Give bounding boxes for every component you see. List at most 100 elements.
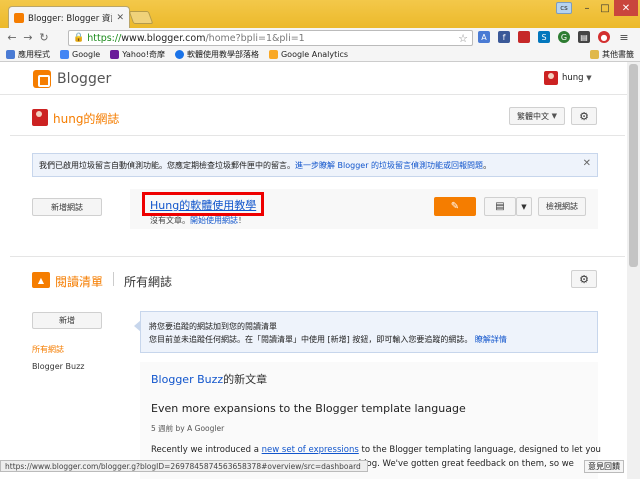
post-excerpt: Recently we introduced a new set of expr… (151, 445, 601, 455)
bookmark-star-icon[interactable]: ☆ (458, 32, 468, 45)
notice-link[interactable]: 進一步瞭解 Blogger 的垃圾留言偵測功能或回報問題 (295, 160, 483, 171)
browser-titlebar: Blogger: Blogger 資訊主 ✕ cs – □ ✕ (0, 0, 640, 28)
hint-line2: 您目前並未追蹤任何網誌。在「閱讀清單」中使用 [新增] 按鈕，即可輸入您要追蹤的… (149, 335, 473, 344)
start-blogging-link[interactable]: 開始使用網誌 (190, 216, 238, 225)
learn-more-link[interactable]: 瞭解詳情 (475, 335, 507, 344)
brand-name[interactable]: Blogger (57, 71, 111, 87)
divider (113, 272, 114, 286)
translate-icon[interactable]: A (478, 31, 490, 43)
bookmark-google[interactable]: Google (60, 49, 101, 59)
divider (10, 135, 625, 136)
view-blog-button[interactable]: 檢視網誌 (538, 197, 586, 216)
extension-icon[interactable]: S (538, 31, 550, 43)
bookmark-yahoo[interactable]: Yahoo!奇摩 (110, 49, 165, 60)
tab-close-icon[interactable]: ✕ (116, 13, 124, 23)
extension-icon[interactable]: ● (598, 31, 610, 43)
language-select[interactable]: 繁體中文 ▼ (509, 107, 565, 125)
chevron-down-icon: ▼ (586, 74, 592, 82)
notice-text: 我們已啟用垃圾留言自動偵測功能。您應定期檢查垃圾郵件匣中的留言。 (39, 160, 295, 170)
post-meta: 5 週前 by A Googler (151, 424, 225, 433)
reading-list-subtitle: 所有網誌 (124, 275, 173, 289)
new-blog-button[interactable]: 新增網誌 (32, 198, 102, 216)
menu-icon[interactable]: ≡ (618, 31, 630, 44)
bookmark-label: 軟體使用教學部落格 (186, 49, 259, 59)
feed-heading-suffix: 的新文章 (223, 373, 268, 386)
post-text: Recently we introduced a (151, 445, 262, 455)
url-host: www.blogger.com (121, 32, 206, 44)
bookmark-analytics[interactable]: Google Analytics (268, 49, 349, 59)
close-icon[interactable]: ✕ (583, 158, 591, 169)
posts-list-icon[interactable]: ▤ (484, 197, 516, 216)
add-button[interactable]: 新增 (32, 312, 102, 329)
extension-icon[interactable]: f (498, 31, 510, 43)
feed-heading: Blogger Buzz的新文章 (151, 371, 267, 387)
reading-list-title: 閱讀清單 (55, 275, 104, 289)
yahoo-icon (110, 49, 120, 59)
other-bookmarks[interactable]: 其他書籤 (590, 47, 634, 62)
bookmark-label: Google (72, 49, 101, 59)
bookmarks-bar: 應用程式 Google Yahoo!奇摩 軟體使用教學部落格 Google An… (0, 47, 640, 62)
extension-icon[interactable]: ▤ (578, 31, 590, 43)
chevron-down-icon: ▼ (551, 112, 557, 120)
nav-blogger-buzz[interactable]: Blogger Buzz (32, 362, 84, 371)
minimize-button[interactable]: – (578, 0, 596, 16)
post-title[interactable]: Even more expansions to the Blogger temp… (151, 402, 466, 415)
user-menu[interactable]: hung ▼ (562, 73, 592, 83)
address-bar[interactable]: 🔒 https:// www.blogger.com /home?bpli=1&… (68, 30, 473, 46)
browser-tab[interactable]: Blogger: Blogger 資訊主 ✕ (8, 6, 130, 28)
highlight-annotation (142, 192, 264, 216)
close-window-button[interactable]: ✕ (614, 0, 638, 16)
avatar[interactable] (544, 71, 558, 85)
spam-notice: 我們已啟用垃圾留言自動偵測功能。您應定期檢查垃圾郵件匣中的留言。 進一步瞭解 B… (32, 153, 598, 177)
reading-settings-gear-icon[interactable]: ⚙ (571, 270, 597, 288)
scrollbar-thumb[interactable] (629, 64, 638, 267)
analytics-icon (268, 49, 278, 59)
blog-avatar (32, 109, 48, 126)
blog-icon (174, 49, 184, 59)
bookmark-label: 應用程式 (18, 49, 50, 59)
language-label: 繁體中文 (517, 111, 550, 121)
no-posts-text: 沒有文章。 (150, 216, 190, 225)
reload-icon[interactable]: ↻ (36, 31, 52, 44)
google-icon (60, 49, 69, 59)
maximize-button[interactable]: □ (596, 0, 614, 16)
folder-icon (590, 50, 599, 59)
blog-status: 沒有文章。開始使用網誌！ (150, 215, 246, 226)
back-icon[interactable]: ← (4, 31, 20, 44)
divider (10, 256, 625, 257)
notice-tail: 。 (483, 160, 492, 170)
user-chip[interactable]: cs (556, 2, 572, 14)
collapse-arrow-icon[interactable]: ▲ (32, 272, 50, 288)
settings-gear-icon[interactable]: ⚙ (571, 107, 597, 125)
bookmark-label: Google Analytics (280, 49, 349, 59)
lock-icon: 🔒 (73, 33, 85, 43)
blogger-logo-icon[interactable] (33, 70, 51, 88)
post-text: to the Blogger templating language, desi… (358, 445, 601, 455)
status-bar: https://www.blogger.com/blogger.g?blogID… (0, 460, 368, 472)
post-inline-link[interactable]: new set of expressions (262, 445, 359, 455)
url-path: /home?bpli=1&pli=1 (205, 32, 305, 44)
tab-title: Blogger: Blogger 資訊主 (28, 13, 112, 24)
extension-icon[interactable] (518, 31, 530, 43)
new-post-pencil-icon[interactable]: ✎ (434, 197, 476, 216)
chevron-down-icon[interactable]: ▼ (516, 197, 532, 216)
feedback-button[interactable]: 意見回饋 (584, 460, 624, 473)
nav-all-blogs[interactable]: 所有網誌 (32, 344, 64, 355)
other-bookmarks-label: 其他書籤 (602, 50, 634, 59)
bookmark-apps[interactable]: 應用程式 (6, 49, 50, 60)
reading-hint: 將您要追蹤的網誌加到您的閱讀清單 您目前並未追蹤任何網誌。在「閱讀清單」中使用 … (134, 311, 598, 353)
apps-icon (6, 49, 15, 59)
user-name: hung (562, 73, 584, 83)
bookmark-software-blog[interactable]: 軟體使用教學部落格 (174, 49, 259, 60)
blogger-favicon-icon (14, 12, 24, 23)
url-scheme: https:// (87, 32, 122, 44)
new-tab-button[interactable] (128, 11, 154, 24)
hint-line1: 將您要追蹤的網誌加到您的閱讀清單 (149, 322, 277, 331)
bookmark-label: Yahoo!奇摩 (122, 49, 165, 59)
start-tail: ！ (238, 216, 246, 225)
extension-icon[interactable]: G (558, 31, 570, 43)
forward-icon[interactable]: → (20, 31, 36, 44)
post-excerpt-line2: our blog. We've gotten great feedback on… (342, 459, 574, 469)
feed-source-link[interactable]: Blogger Buzz (151, 373, 223, 386)
blog-title[interactable]: hung的網誌 (53, 110, 119, 127)
